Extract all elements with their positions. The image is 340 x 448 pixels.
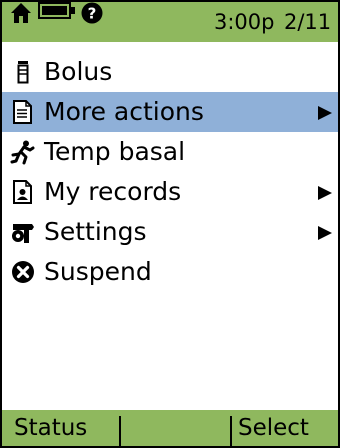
menu-item-label: Temp basal [44,137,186,166]
main-menu: Bolus More actions Temp basal My records… [2,52,338,292]
menu-item-label: My records [44,177,182,206]
menu-item-label: Settings [44,217,147,246]
menu-item-label: Bolus [44,57,113,86]
status-softkey[interactable]: Status [14,410,119,446]
chevron-right-icon [318,106,332,120]
menu-item-label: More actions [44,97,204,126]
chevron-right-icon [318,186,332,200]
battery-icon [38,2,75,19]
settings-tools-icon [12,224,34,243]
suspend-icon [12,261,34,283]
pump-screen: ? 3:00p 2/11 Bolus More actions Temp bas… [2,2,338,446]
date: 2/11 [284,10,332,34]
menu-item-label: Suspend [44,257,152,286]
vial-icon [17,61,29,84]
clock-time: 3:00p [214,10,275,34]
records-icon [13,180,32,204]
select-softkey[interactable]: Select [238,410,338,446]
menu-item-suspend[interactable]: Suspend [2,252,338,292]
menu-item-bolus[interactable]: Bolus [2,52,338,92]
menu-item-temp-basal[interactable]: Temp basal [2,132,338,172]
svg-text:?: ? [88,5,97,23]
help-icon: ? [81,2,103,24]
status-bar: ? 3:00p 2/11 [2,2,338,42]
menu-item-my-records[interactable]: My records [2,172,338,212]
running-person-icon [10,140,35,165]
document-icon [13,100,32,124]
home-icon [11,3,31,23]
menu-item-settings[interactable]: Settings [2,212,338,252]
softkey-divider [119,416,121,446]
softkey-bar: Status Select [2,410,338,446]
menu-item-more-actions[interactable]: More actions [2,92,338,132]
chevron-right-icon [318,226,332,240]
softkey-divider [230,416,232,446]
